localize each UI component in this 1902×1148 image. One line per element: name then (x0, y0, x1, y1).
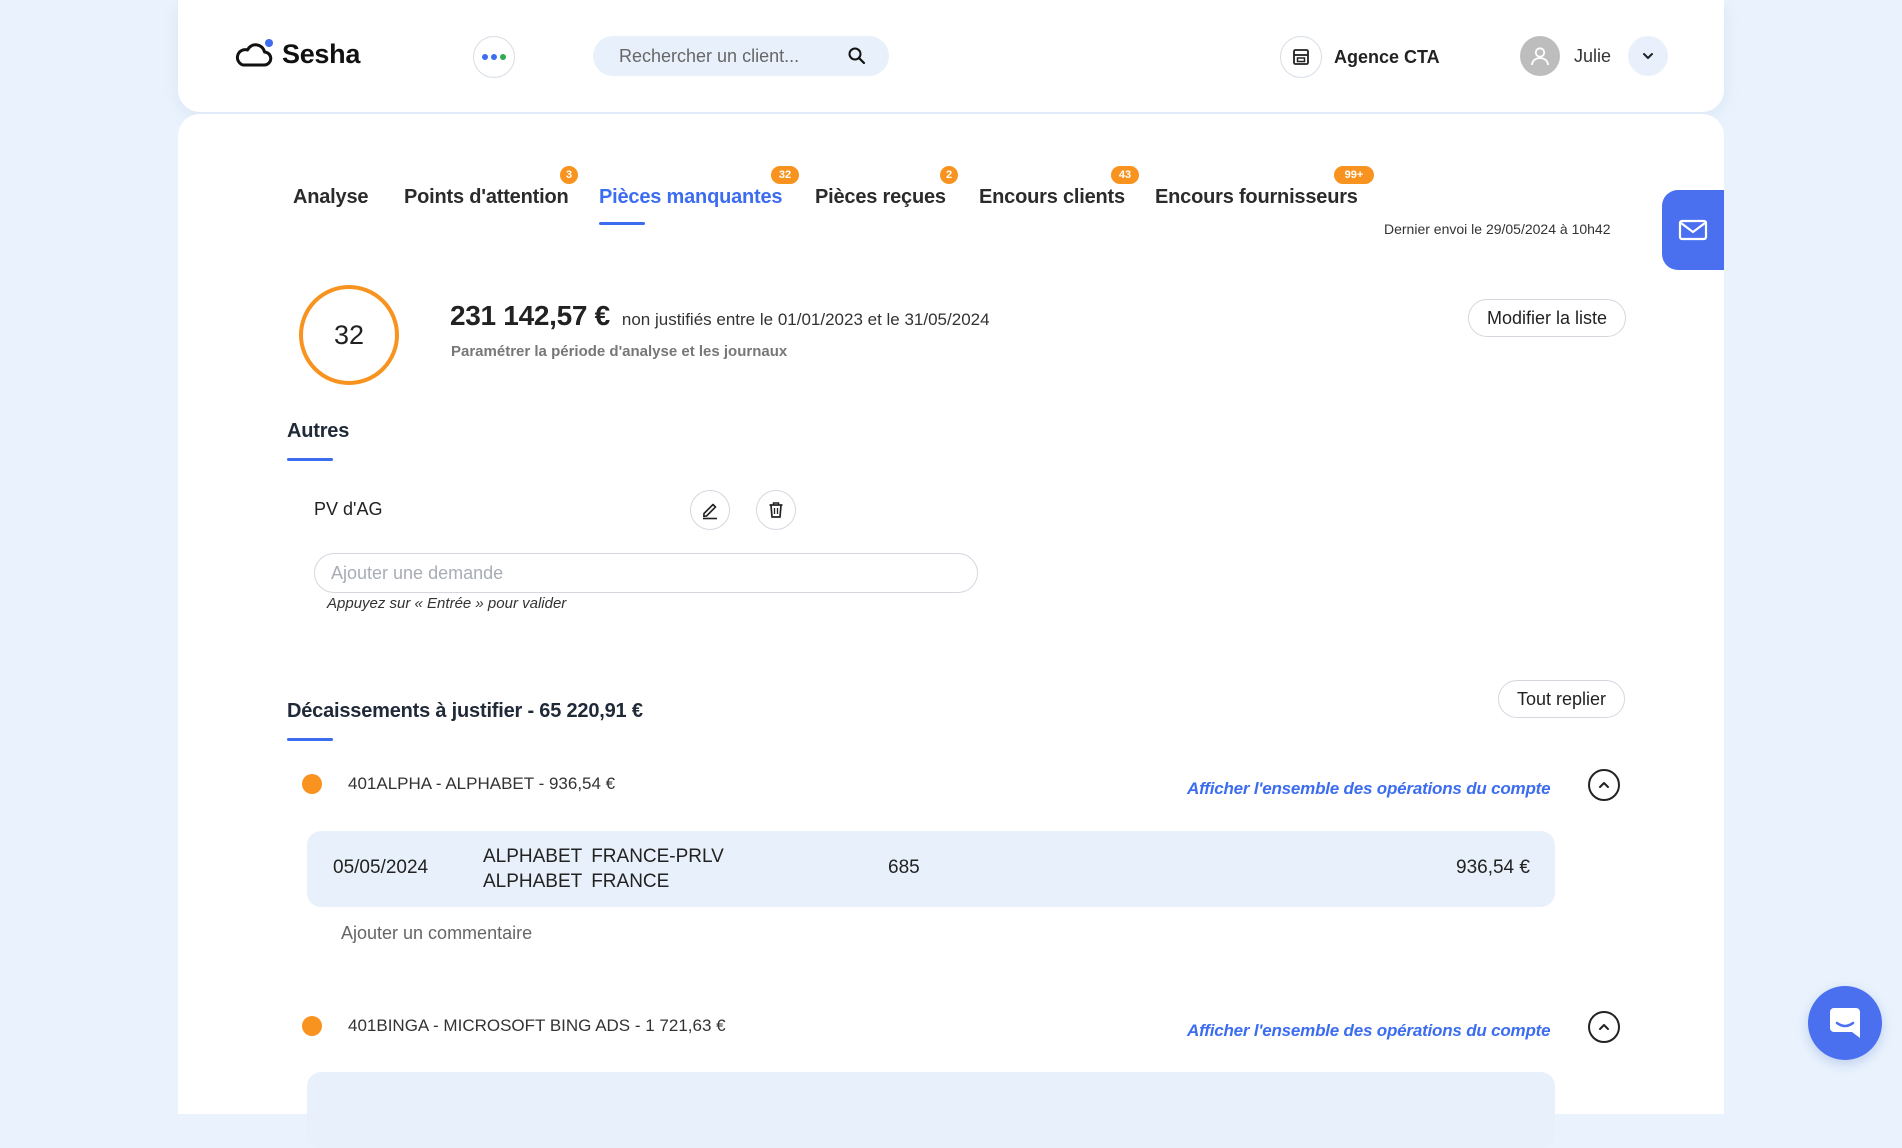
tab-pieces-recues[interactable]: Pièces reçues (815, 186, 946, 209)
account-label: 401ALPHA - ALPHABET - 936,54 € (348, 774, 616, 793)
tab-badge: 32 (771, 166, 799, 184)
collapse-account-button[interactable] (1588, 769, 1620, 801)
cloud-logo-icon (235, 39, 273, 67)
section-underline (287, 738, 333, 741)
agency-name: Agence CTA (1334, 46, 1440, 67)
operation-account: 685 (888, 857, 920, 878)
missing-count-ring: 32 (299, 285, 399, 385)
table-row[interactable]: 05/05/2024 ALPHABET FRANCE-PRLV ALPHABET… (307, 831, 1555, 907)
dot-icon (491, 54, 497, 60)
tab-points-attention[interactable]: Points d'attention (404, 186, 569, 209)
pencil-icon (703, 503, 717, 520)
avatar (1520, 36, 1560, 76)
add-request-input[interactable] (314, 553, 978, 593)
tab-badge: 3 (560, 166, 578, 184)
period-settings-link[interactable]: Paramétrer la période d'analyse et les j… (451, 343, 787, 360)
user-menu-button[interactable] (1628, 36, 1668, 76)
dot-icon (500, 54, 506, 60)
user-name: Julie (1574, 45, 1612, 66)
chevron-up-icon (1599, 782, 1609, 788)
add-comment-link[interactable]: Ajouter un commentaire (341, 923, 532, 944)
chat-icon (1830, 1008, 1860, 1038)
collapse-all-button[interactable]: Tout replier (1498, 680, 1626, 718)
user-profile[interactable]: Julie (1520, 36, 1611, 76)
last-sent-date: Dernier envoi le 29/05/2024 à 10h42 (1384, 221, 1611, 237)
apps-menu-button[interactable] (473, 36, 515, 78)
total-description: non justifiés entre le 01/01/2023 et le … (621, 310, 990, 329)
request-item-label: PV d'AG (314, 499, 383, 519)
search-input[interactable] (593, 44, 841, 68)
client-search (593, 36, 889, 76)
show-account-operations-link[interactable]: Afficher l'ensemble des opérations du co… (1187, 1021, 1551, 1041)
summary-line: 231 142,57 € non justifiés entre le 01/0… (450, 300, 990, 332)
total-amount: 231 142,57 € (450, 300, 610, 331)
edit-button[interactable] (690, 490, 730, 530)
store-icon (1280, 36, 1322, 78)
tab-pieces-manquantes[interactable]: Pièces manquantes (599, 186, 783, 209)
operation-label: ALPHABET FRANCE-PRLV ALPHABET FRANCE (483, 846, 724, 892)
show-account-operations-link[interactable]: Afficher l'ensemble des opérations du co… (1187, 779, 1551, 799)
top-bar: Sesha Agence CTA Julie (178, 0, 1724, 112)
main-panel: Analyse Points d'attention 3 Pièces manq… (178, 114, 1724, 1148)
operation-amount: 936,54 € (1456, 857, 1530, 878)
input-hint: Appuyez sur « Entrée » pour valider (327, 595, 567, 612)
chevron-up-icon (1599, 1024, 1609, 1030)
trash-icon (769, 502, 783, 518)
collapse-account-button[interactable] (1588, 1011, 1620, 1043)
account-label: 401BINGA - MICROSOFT BING ADS - 1 721,63… (348, 1016, 726, 1035)
user-icon (1531, 47, 1549, 66)
tab-badge: 43 (1111, 166, 1139, 184)
tab-encours-clients[interactable]: Encours clients (979, 186, 1125, 209)
active-tab-indicator (599, 222, 645, 225)
tab-badge: 2 (940, 166, 958, 184)
send-email-button[interactable] (1662, 190, 1724, 270)
section-underline (287, 458, 333, 461)
delete-button[interactable] (756, 490, 796, 530)
tab-analyse[interactable]: Analyse (293, 186, 369, 209)
logo[interactable]: Sesha (234, 38, 360, 70)
dot-icon (482, 54, 488, 60)
agency-selector[interactable]: Agence CTA (1280, 36, 1440, 78)
chat-button[interactable] (1808, 986, 1882, 1060)
status-dot (302, 1016, 322, 1036)
others-section-title: Autres (287, 420, 350, 442)
tab-badge: 99+ (1334, 166, 1374, 184)
chevron-down-icon (1643, 53, 1653, 59)
table-row[interactable] (307, 1072, 1555, 1148)
app-name: Sesha (282, 38, 361, 69)
search-icon[interactable] (847, 46, 867, 66)
operation-date: 05/05/2024 (333, 857, 429, 878)
disbursements-section-title: Décaissements à justifier - 65 220,91 € (287, 700, 643, 722)
tab-encours-fournisseurs[interactable]: Encours fournisseurs (1155, 186, 1358, 209)
edit-list-button[interactable]: Modifier la liste (1468, 299, 1627, 337)
mail-icon (1678, 219, 1708, 241)
status-dot (302, 774, 322, 794)
